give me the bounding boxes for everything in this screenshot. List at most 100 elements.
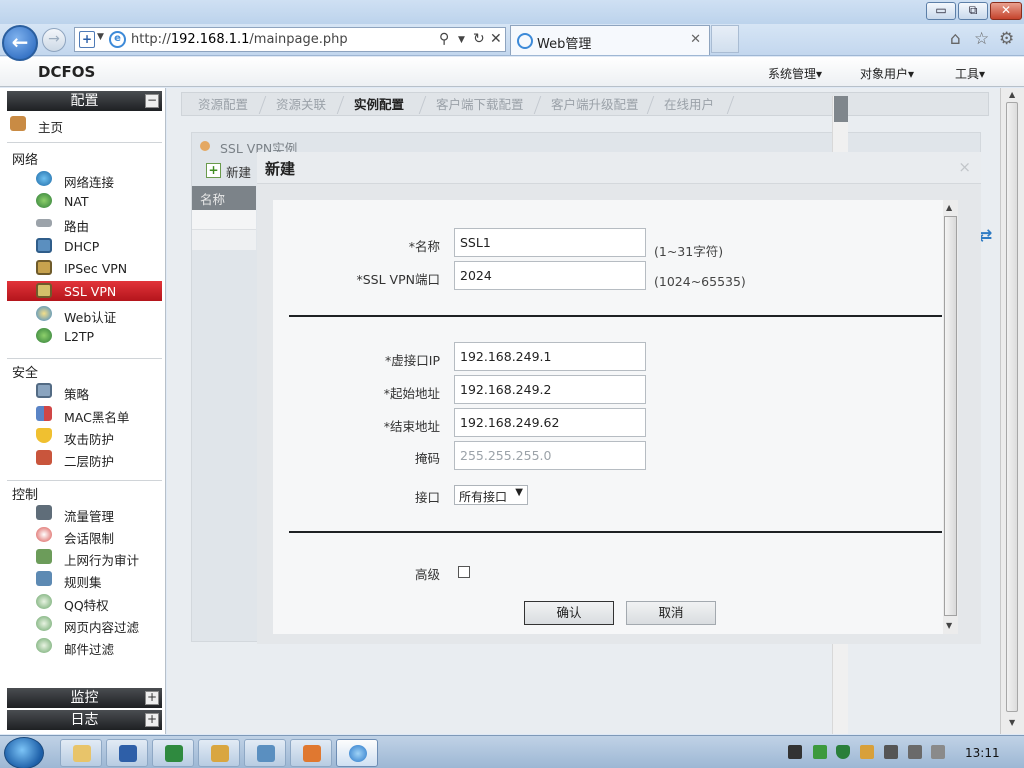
taskbar-word[interactable]	[106, 739, 148, 767]
sidebar-item-route[interactable]: 路由	[7, 213, 162, 234]
sidebar-item-policy[interactable]: 策略	[7, 381, 162, 402]
new-button[interactable]: 新建	[226, 162, 251, 181]
tab-close-icon[interactable]: ✕	[690, 32, 701, 47]
sidebar-item-nat[interactable]: NAT	[7, 191, 162, 211]
sidebar-item-dhcp[interactable]: DHCP	[7, 236, 162, 256]
content-scroll-thumb[interactable]	[834, 96, 848, 122]
tray-icon[interactable]	[860, 745, 874, 759]
interface-select[interactable]: 所有接口 ▼	[454, 485, 528, 505]
sidebar-item-l2tp[interactable]: L2TP	[7, 326, 162, 346]
stop-icon[interactable]: ✕	[490, 31, 502, 47]
advanced-checkbox[interactable]	[458, 566, 470, 578]
scroll-down-icon[interactable]: ▼	[1009, 718, 1015, 727]
sidebar-item-qq[interactable]: QQ特权	[7, 592, 162, 613]
taskbar-app-6[interactable]	[290, 739, 332, 767]
tab-client-download[interactable]: 客户端下载配置	[436, 95, 524, 115]
taskbar-app-4[interactable]	[198, 739, 240, 767]
tab-client-upgrade[interactable]: 客户端升级配置	[551, 95, 639, 115]
maximize-button[interactable]: ⧉	[958, 2, 988, 20]
name-input[interactable]	[454, 228, 646, 257]
sidebar-item-attack-defense[interactable]: 攻击防护	[7, 426, 162, 447]
page-scroll-thumb[interactable]	[1006, 102, 1018, 712]
dialog-header[interactable]: 新建 ×	[257, 152, 981, 184]
sidebar-item-home[interactable]: 主页	[7, 114, 162, 135]
volume-icon[interactable]	[931, 745, 945, 759]
network-icon[interactable]	[908, 745, 922, 759]
close-window-button[interactable]: ✕	[990, 2, 1022, 20]
scroll-down-icon[interactable]: ▼	[946, 621, 952, 630]
mac-blacklist-icon	[36, 406, 52, 421]
address-bar[interactable]: + ▼ e http://192.168.1.1/mainpage.php ⚲ …	[74, 27, 506, 52]
scroll-up-icon[interactable]: ▲	[1009, 90, 1015, 99]
taskbar-ie[interactable]	[336, 739, 378, 767]
menu-system[interactable]: 系统管理▾	[768, 65, 822, 82]
taskbar-explorer[interactable]	[60, 739, 102, 767]
sidebar-item-mail-filter[interactable]: 邮件过滤	[7, 636, 162, 657]
dialog-scroll-thumb[interactable]	[944, 216, 957, 616]
sidebar-item-network-connection[interactable]: 网络连接	[7, 169, 162, 190]
expand-icon[interactable]: +	[145, 713, 159, 727]
expand-icon[interactable]: +	[145, 691, 159, 705]
add-icon[interactable]: +	[206, 163, 221, 178]
table-row[interactable]	[192, 210, 256, 230]
sidebar-item-web-filter[interactable]: 网页内容过滤	[7, 614, 162, 635]
new-tab-button[interactable]	[711, 25, 739, 53]
table-row[interactable]	[192, 230, 256, 250]
settings-gear-icon[interactable]: ⚙	[999, 29, 1014, 49]
dialog-scrollbar[interactable]: ▲ ▼	[943, 200, 958, 634]
port-input[interactable]	[454, 261, 646, 290]
taskbar-app-5[interactable]	[244, 739, 286, 767]
sidebar-log-header[interactable]: 日志 +	[7, 710, 162, 730]
back-button[interactable]: ←	[2, 25, 38, 61]
menu-object-user[interactable]: 对象用户▾	[860, 65, 914, 82]
sidebar-item-mac-blacklist[interactable]: MAC黑名单	[7, 404, 162, 425]
end-address-input[interactable]	[454, 408, 646, 437]
favorites-star-icon[interactable]: ☆	[974, 29, 989, 49]
sidebar-item-web-auth[interactable]: Web认证	[7, 304, 162, 325]
sidebar-monitor-header[interactable]: 监控 +	[7, 688, 162, 708]
home-icon[interactable]: ⌂	[950, 29, 961, 49]
sidebar-item-ssl-vpn[interactable]: SSL VPN	[7, 281, 162, 301]
page-scrollbar[interactable]: ▲ ▼	[1000, 88, 1024, 734]
security-shield-icon[interactable]	[836, 745, 850, 759]
start-address-input[interactable]	[454, 375, 646, 404]
tab-resource-config[interactable]: 资源配置	[198, 95, 248, 115]
compat-shield-icon[interactable]: +	[79, 31, 95, 48]
mask-input[interactable]	[454, 441, 646, 470]
sidebar-item-traffic[interactable]: 流量管理	[7, 503, 162, 524]
collapse-icon[interactable]: −	[145, 94, 159, 108]
forward-button[interactable]: →	[42, 28, 66, 52]
taskbar-clock[interactable]: 13:11	[965, 746, 1000, 760]
minimize-button[interactable]: ▭	[926, 2, 956, 20]
sidebar-item-layer2-defense[interactable]: 二层防护	[7, 448, 162, 469]
table-header-name[interactable]: 名称	[192, 186, 256, 210]
tab-instance-config[interactable]: 实例配置	[354, 95, 404, 115]
address-url[interactable]: http://192.168.1.1/mainpage.php	[131, 32, 348, 47]
search-dropdown-icon[interactable]: ▼	[458, 35, 465, 45]
scroll-up-icon[interactable]: ▲	[946, 203, 952, 212]
sidebar-item-session-limit[interactable]: 会话限制	[7, 525, 162, 546]
divider	[7, 480, 162, 481]
close-icon[interactable]: ×	[958, 158, 971, 176]
sidebar-item-label: 二层防护	[64, 454, 115, 469]
sidebar-item-ruleset[interactable]: 规则集	[7, 569, 162, 590]
tray-icon[interactable]	[884, 745, 898, 759]
confirm-button[interactable]: 确认	[524, 601, 614, 625]
tray-icon[interactable]	[788, 745, 802, 759]
search-icon[interactable]: ⚲	[439, 31, 449, 47]
tray-icon[interactable]	[813, 745, 827, 759]
sync-icon[interactable]: ⇄	[978, 226, 998, 246]
menu-tools[interactable]: 工具▾	[955, 65, 985, 82]
taskbar-excel[interactable]	[152, 739, 194, 767]
sidebar-config-header[interactable]: 配置 −	[7, 91, 162, 111]
sidebar-item-ipsec-vpn[interactable]: IPSec VPN	[7, 258, 162, 278]
browser-tab[interactable]: Web管理 ✕	[510, 25, 710, 55]
virtual-ip-input[interactable]	[454, 342, 646, 371]
tab-resource-link[interactable]: 资源关联	[276, 95, 326, 115]
cancel-button[interactable]: 取消	[626, 601, 716, 625]
chevron-down-icon[interactable]: ▼	[97, 32, 104, 42]
tab-online-users[interactable]: 在线用户	[664, 95, 714, 115]
sidebar-item-audit[interactable]: 上网行为审计	[7, 547, 162, 568]
start-button[interactable]	[4, 737, 44, 768]
refresh-icon[interactable]: ↻	[473, 31, 485, 47]
